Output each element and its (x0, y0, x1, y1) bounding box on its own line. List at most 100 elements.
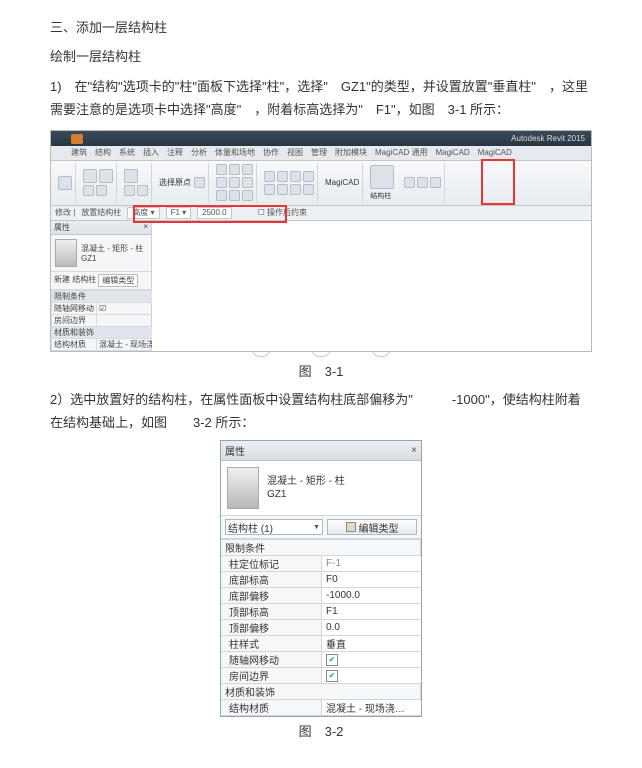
generic-icon[interactable] (277, 184, 288, 195)
grp-magicad: MagiCAD (322, 163, 363, 203)
tab[interactable]: 协作 (263, 147, 279, 158)
mini-grid: 限制条件 随轴网移动☑ 房间边界 材质和装饰 结构材质混凝土 - 现场浇… (51, 290, 165, 351)
generic-icon[interactable] (417, 177, 428, 188)
cut-icon[interactable] (124, 185, 135, 196)
copy-icon[interactable] (137, 185, 148, 196)
prop-value[interactable]: -1000.0 (322, 588, 421, 603)
group-materials[interactable]: 材质和装饰 (221, 684, 421, 700)
prop-row: 柱样式 垂直 (221, 636, 421, 652)
step-2-text: 2）选中放置好的结构柱，在属性面板中设置结构柱底部偏移为" -1000"，使结构… (50, 388, 592, 435)
tab[interactable]: 建筑 (71, 147, 87, 158)
app-badge-icon (71, 134, 83, 144)
props-icon[interactable] (83, 169, 97, 183)
cursor-icon[interactable] (58, 176, 72, 190)
generic-icon[interactable] (216, 164, 227, 175)
generic-icon[interactable] (242, 177, 253, 188)
context-bar: 修改 | 放置结构柱 高度 ▾ F1 ▾ 2500.0 ☐ 操作后约束 (51, 206, 591, 221)
tab[interactable]: MagiCAD (435, 148, 469, 157)
panel-type: GZ1 (267, 488, 345, 501)
below-area: 属性× 混凝土 - 矩形 - 柱 GZ1 新建 结构柱 编辑类型 限制条件 随轴… (51, 221, 591, 351)
tab[interactable]: 插入 (143, 147, 159, 158)
type-thumbnail-icon (55, 239, 77, 267)
close-icon[interactable]: × (143, 222, 148, 233)
tab[interactable]: 管理 (311, 147, 327, 158)
grp-misc2 (261, 163, 318, 203)
tab[interactable]: MagiCAD 通用 (375, 147, 427, 158)
grp-misc1 (213, 163, 257, 203)
prop-value[interactable]: 混凝土 - 现场浇… (322, 700, 421, 715)
ctx-height-combo[interactable]: 高度 ▾ (127, 207, 159, 219)
mini-properties-panel: 属性× 混凝土 - 矩形 - 柱 GZ1 新建 结构柱 编辑类型 限制条件 随轴… (51, 221, 152, 351)
ribbon-titlebar: Autodesk Revit 2015 (51, 131, 591, 146)
generic-icon[interactable] (290, 171, 301, 182)
generic-icon[interactable] (229, 177, 240, 188)
mini-icon[interactable] (83, 185, 94, 196)
tab[interactable]: 体量和场地 (215, 147, 255, 158)
mini-icon[interactable] (96, 185, 107, 196)
ctx-value-field[interactable]: 2500.0 (197, 207, 231, 219)
generic-icon[interactable] (229, 190, 240, 201)
prop-key: 柱样式 (221, 636, 322, 651)
dot-icon[interactable] (194, 177, 205, 188)
generic-icon[interactable] (404, 177, 415, 188)
generic-icon[interactable] (229, 164, 240, 175)
product-title: Autodesk Revit 2015 (511, 134, 585, 143)
prop-value[interactable]: 垂直 (322, 636, 421, 651)
ctx-constrain-chk[interactable]: ☐ 操作后约束 (258, 207, 307, 218)
properties-grid: 限制条件 柱定位标记 F-1 底部标高 F0 底部偏移 -1000.0 顶部标高… (221, 539, 421, 716)
prop-row: 柱定位标记 F-1 (221, 556, 421, 572)
figure-3-2-properties-panel: 属性 × 混凝土 - 矩形 - 柱 GZ1 结构柱 (1) ▼ 编辑类型 (220, 440, 422, 717)
checkbox-icon: ✔ (326, 654, 338, 666)
generic-icon[interactable] (303, 171, 314, 182)
column-label: 结构柱 (370, 191, 394, 201)
generic-icon[interactable] (242, 164, 253, 175)
group-constraints[interactable]: 限制条件 (221, 540, 421, 556)
prop-value[interactable]: ✔ (322, 652, 421, 667)
prop-value[interactable]: ✔ (322, 668, 421, 683)
grp-clipboard (121, 163, 152, 203)
edit-type-button[interactable]: 编辑类型 (327, 519, 417, 535)
prop-row: 结构材质 混凝土 - 现场浇… (221, 700, 421, 716)
checkbox-icon: ✔ (326, 670, 338, 682)
prop-value[interactable]: 0.0 (322, 620, 421, 635)
grp-tail (401, 163, 445, 203)
generic-icon[interactable] (277, 171, 288, 182)
instance-selector[interactable]: 结构柱 (1) ▼ (225, 519, 323, 535)
paste-icon[interactable] (124, 169, 138, 183)
prop-key: 结构材质 (221, 700, 322, 715)
prop-value[interactable]: F0 (322, 572, 421, 587)
grp-props (80, 163, 117, 203)
generic-icon[interactable] (264, 184, 275, 195)
mini-edit-type-button[interactable]: 编辑类型 (98, 274, 138, 287)
mini-family: 混凝土 - 矩形 - 柱 (81, 243, 143, 254)
tab[interactable]: 视图 (287, 147, 303, 158)
prop-key: 房间边界 (221, 668, 322, 683)
tab[interactable]: 附加模块 (335, 147, 367, 158)
prop-key: 底部标高 (221, 572, 322, 587)
mini-selector[interactable]: 新建 结构柱 (54, 274, 96, 287)
props2-icon[interactable] (99, 169, 113, 183)
tab[interactable]: 注释 (167, 147, 183, 158)
generic-icon[interactable] (430, 177, 441, 188)
generic-icon[interactable] (303, 184, 314, 195)
prop-row: 底部偏移 -1000.0 (221, 588, 421, 604)
column-icon[interactable] (370, 165, 394, 189)
tab[interactable]: 系统 (119, 147, 135, 158)
prop-value[interactable]: F1 (322, 604, 421, 619)
figure-3-1-caption: 图 3-1 (50, 361, 592, 380)
generic-icon[interactable] (264, 171, 275, 182)
ctx-level-combo[interactable]: F1 ▾ (166, 207, 192, 219)
generic-icon[interactable] (216, 177, 227, 188)
generic-icon[interactable] (216, 190, 227, 201)
generic-icon[interactable] (290, 184, 301, 195)
prop-row: 房间边界 ✔ (221, 668, 421, 684)
tab[interactable]: 分析 (191, 147, 207, 158)
chevron-down-icon: ▼ (313, 524, 320, 531)
close-icon[interactable]: × (411, 445, 417, 456)
tab[interactable]: 结构 (95, 147, 111, 158)
tab[interactable]: MagiCAD (478, 148, 512, 157)
figure-3-1-ribbon: Autodesk Revit 2015 建筑 结构 系统 插入 注释 分析 体量… (50, 130, 592, 352)
generic-icon[interactable] (242, 190, 253, 201)
figure-3-2-caption: 图 3-2 (50, 721, 592, 740)
edit-type-label: 编辑类型 (359, 520, 399, 535)
